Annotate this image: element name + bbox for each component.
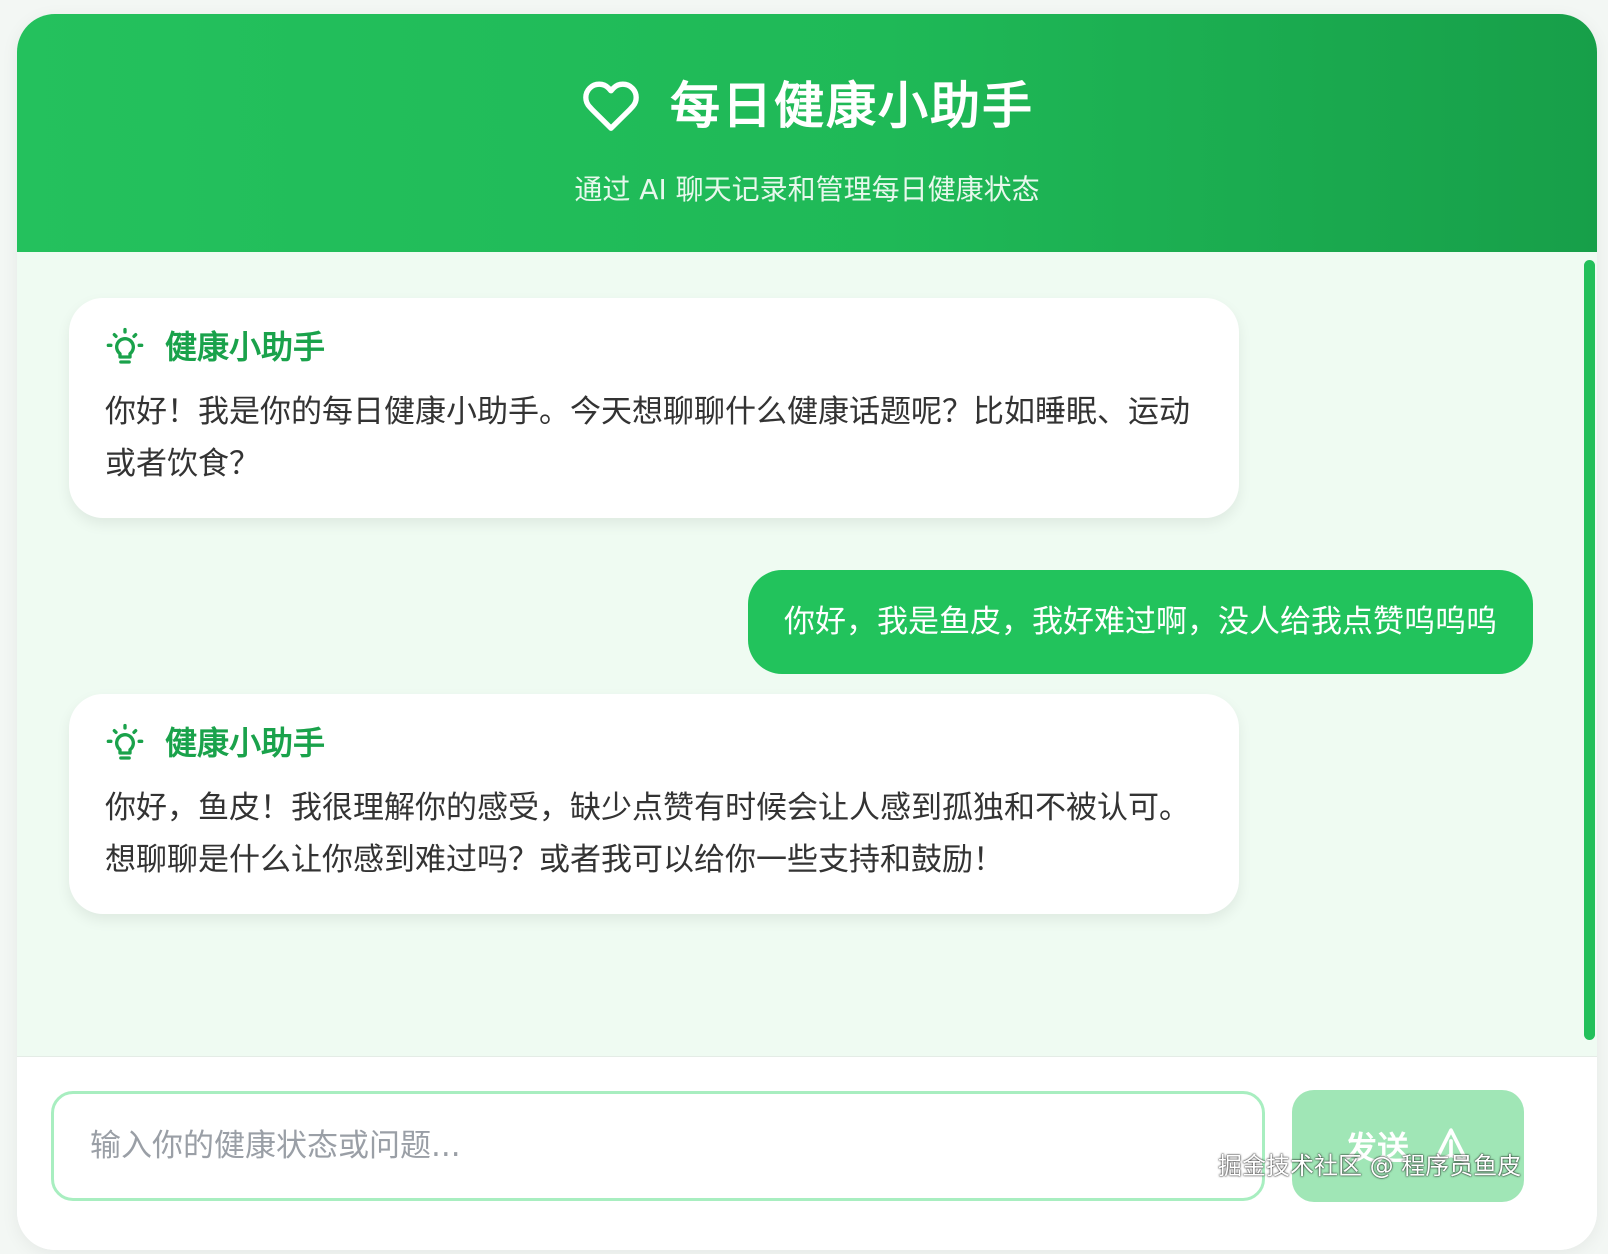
user-message: 你好，我是鱼皮，我好难过啊，没人给我点赞呜呜呜 — [748, 570, 1533, 674]
bot-message: 健康小助手 你好，鱼皮！我很理解你的感受，缺少点赞有时候会让人感到孤独和不被认可… — [69, 694, 1239, 914]
send-button[interactable]: 发送 — [1292, 1090, 1524, 1202]
bot-message-text: 你好！我是你的每日健康小助手。今天想聊聊什么健康话题呢？比如睡眠、运动或者饮食？ — [105, 394, 1190, 482]
header: 每日健康小助手 通过 AI 聊天记录和管理每日健康状态 — [17, 14, 1597, 252]
chat-area[interactable]: 健康小助手 你好！我是你的每日健康小助手。今天想聊聊什么健康话题呢？比如睡眠、运… — [17, 252, 1597, 1056]
bot-message-header: 健康小助手 — [105, 324, 1199, 370]
lightbulb-icon — [106, 723, 144, 760]
title-row: 每日健康小助手 — [17, 72, 1597, 140]
bot-message: 健康小助手 你好！我是你的每日健康小助手。今天想聊聊什么健康话题呢？比如睡眠、运… — [69, 298, 1239, 518]
page-title: 每日健康小助手 — [670, 77, 1034, 135]
watermark: 掘金技术社区 @ 程序员鱼皮 — [1218, 1152, 1522, 1180]
app-window: 每日健康小助手 通过 AI 聊天记录和管理每日健康状态 健康小助手 你好！我是你… — [17, 14, 1597, 1250]
bot-message-header: 健康小助手 — [105, 720, 1199, 766]
chat-scrollbar[interactable] — [1584, 260, 1595, 1040]
heart-icon — [583, 81, 639, 131]
message-input[interactable] — [51, 1091, 1265, 1201]
page-subtitle: 通过 AI 聊天记录和管理每日健康状态 — [574, 173, 1040, 206]
bot-name: 健康小助手 — [165, 328, 326, 366]
bot-message-text: 你好，鱼皮！我很理解你的感受，缺少点赞有时候会让人感到孤独和不被认可。想聊聊是什… — [105, 790, 1190, 878]
lightbulb-icon — [106, 327, 144, 364]
bot-name: 健康小助手 — [165, 724, 326, 762]
